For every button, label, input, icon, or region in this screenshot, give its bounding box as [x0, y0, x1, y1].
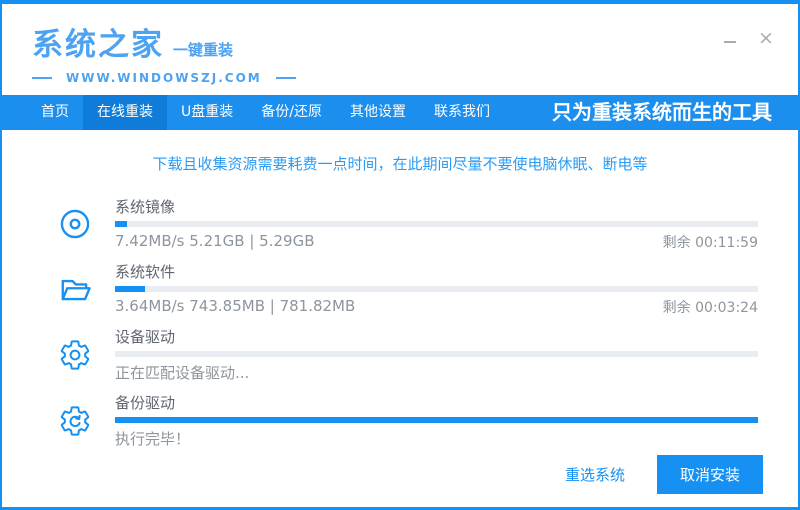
- nav-bar: 首页 在线重装 U盘重装 备份/还原 其他设置 联系我们 只为重装系统而生的工具: [2, 95, 798, 130]
- task-status: 3.64MB/s 743.85MB | 781.82MB: [115, 297, 356, 315]
- tab-online-reinstall[interactable]: 在线重装: [83, 95, 167, 130]
- progress-fill: [115, 417, 758, 423]
- logo-subtitle: 一键重装: [173, 41, 234, 59]
- task-label: 设备驱动: [115, 328, 176, 346]
- app-window: 系统之家 一键重装 WWW.WINDOWSZJ.COM × 首页 在线重装 U盘…: [0, 0, 800, 510]
- minimize-icon: [724, 41, 736, 43]
- task-status: 执行完毕！: [115, 430, 191, 448]
- progress-bar: [115, 351, 758, 357]
- task-row-device-driver: 设备驱动 正在匹配设备驱动...: [57, 326, 758, 383]
- task-status: 正在匹配设备驱动...: [115, 364, 250, 382]
- reselect-system-link[interactable]: 重选系统: [565, 464, 625, 485]
- gear-icon: [57, 337, 93, 373]
- logo-dash-left: [32, 77, 52, 79]
- progress-bar: [115, 417, 758, 423]
- minimize-button[interactable]: [720, 28, 740, 48]
- download-notice: 下载且收集资源需要耗费一点时间，在此期间尽量不要使电脑休眠、断电等: [152, 155, 648, 173]
- tab-contact-us[interactable]: 联系我们: [420, 95, 504, 130]
- progress-bar: [115, 221, 758, 227]
- tab-home[interactable]: 首页: [27, 95, 83, 130]
- close-button[interactable]: ×: [756, 28, 776, 48]
- tab-backup-restore[interactable]: 备份/还原: [247, 95, 336, 130]
- task-remaining: 剩余 00:03:24: [662, 300, 758, 316]
- task-label: 系统镜像: [115, 198, 176, 216]
- task-remaining: 剩余 00:11:59: [662, 235, 758, 251]
- tab-usb-reinstall[interactable]: U盘重装: [167, 95, 247, 130]
- logo: 系统之家 一键重装 WWW.WINDOWSZJ.COM: [32, 19, 296, 95]
- header: 系统之家 一键重装 WWW.WINDOWSZJ.COM ×: [2, 4, 798, 95]
- logo-dash-right: [275, 77, 296, 79]
- cancel-install-button[interactable]: 取消安装: [656, 455, 763, 494]
- task-list: 系统镜像 7.42MB/s 5.21GB | 5.29GB 剩余 00:11:5…: [57, 196, 758, 449]
- disc-icon: [57, 206, 93, 242]
- task-row-system-image: 系统镜像 7.42MB/s 5.21GB | 5.29GB 剩余 00:11:5…: [57, 196, 758, 252]
- window-controls: ×: [720, 28, 776, 95]
- task-label: 备份驱动: [115, 394, 176, 412]
- folder-icon: [57, 271, 93, 307]
- logo-website: WWW.WINDOWSZJ.COM: [66, 71, 262, 85]
- main-content: 下载且收集资源需要耗费一点时间，在此期间尽量不要使电脑休眠、断电等 系统镜像 7…: [2, 130, 798, 507]
- logo-title: 系统之家: [32, 27, 164, 63]
- footer-actions: 重选系统 取消安装: [565, 455, 763, 494]
- progress-fill: [115, 286, 145, 292]
- task-row-backup-driver: 备份驱动 执行完毕！: [57, 392, 758, 449]
- gear-sync-icon: [57, 403, 93, 439]
- task-status: 7.42MB/s 5.21GB | 5.29GB: [115, 232, 315, 250]
- task-row-system-software: 系统软件 3.64MB/s 743.85MB | 781.82MB 剩余 00:…: [57, 261, 758, 317]
- progress-bar: [115, 286, 758, 292]
- nav-slogan: 只为重装系统而生的工具: [552, 100, 772, 124]
- progress-fill: [115, 221, 127, 227]
- task-label: 系统软件: [115, 263, 176, 281]
- tab-other-settings[interactable]: 其他设置: [336, 95, 420, 130]
